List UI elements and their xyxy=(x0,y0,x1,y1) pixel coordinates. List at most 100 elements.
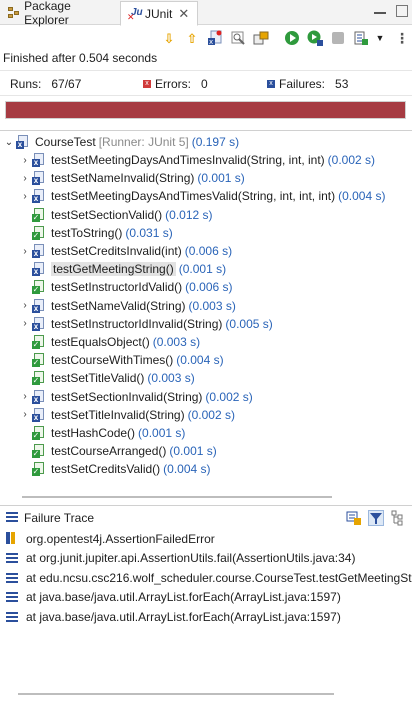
suite-time: (0.197 s) xyxy=(191,135,240,149)
chevron-right-icon[interactable]: › xyxy=(20,409,30,420)
test-name: testSetSectionInvalid(String) xyxy=(51,389,203,404)
errors-label: Errors: xyxy=(155,77,191,91)
test-failed-icon: x xyxy=(32,316,46,331)
chevron-right-icon[interactable]: › xyxy=(20,391,30,402)
package-explorer-icon xyxy=(8,7,20,19)
progress-fill xyxy=(6,102,405,118)
test-case-row[interactable]: ›✓testSetCreditsValid()(0.004 s) xyxy=(20,460,211,478)
rerun-failures-first-icon[interactable] xyxy=(307,30,323,46)
chevron-right-icon[interactable]: › xyxy=(20,191,30,202)
test-case-row[interactable]: › x testSetNameValid(String) (0.003 s) xyxy=(20,297,236,315)
test-suite-failed-icon: x xyxy=(16,135,30,149)
test-passed-icon: ✓ xyxy=(32,462,46,477)
test-failed-icon: x xyxy=(32,389,46,404)
trace-text: at java.base/java.util.ArrayList.forEach… xyxy=(26,609,341,624)
test-name: testSetMeetingDaysAndTimesInvalid(String… xyxy=(51,153,325,167)
test-time: (0.002 s) xyxy=(327,153,376,167)
next-failure-icon[interactable]: ⇩ xyxy=(161,30,177,46)
test-time: (0.002 s) xyxy=(187,407,235,422)
rerun-test-icon[interactable] xyxy=(284,30,300,46)
test-time: (0.003 s) xyxy=(147,371,195,386)
compare-results-icon[interactable] xyxy=(346,510,362,526)
trace-text: at java.base/java.util.ArrayList.forEach… xyxy=(26,590,341,604)
test-case-row[interactable]: › x testSetMeetingDaysAndTimesValid(String… xyxy=(20,187,385,205)
test-case-row[interactable]: ›✓testSetTitleValid()(0.003 s) xyxy=(20,369,195,387)
trace-text: at org.junit.jupiter.api.AssertionUtils.… xyxy=(26,551,356,565)
test-name: testSetNameValid(String) xyxy=(51,298,186,313)
test-failed-icon: x xyxy=(32,262,46,277)
chevron-right-icon[interactable]: › xyxy=(20,246,30,257)
maximize-icon[interactable] xyxy=(396,5,408,17)
test-passed-icon: ✓ xyxy=(32,353,46,368)
tree-root[interactable]: ⌄ x CourseTest [Runner: JUnit 5] (0.197 … xyxy=(4,133,239,151)
copy-trace-icon[interactable] xyxy=(391,510,407,526)
test-case-row[interactable]: › x testSetNameInvalid(String) (0.001 s) xyxy=(20,169,245,187)
trace-text: at edu.ncsu.csc216.wolf_scheduler.course… xyxy=(26,570,412,585)
filter-stack-trace-icon[interactable] xyxy=(368,510,384,526)
stack-frame-icon xyxy=(6,553,18,563)
tree-horizontal-scrollbar[interactable] xyxy=(22,496,332,498)
test-case-row[interactable]: ›✓testSetSectionValid()(0.012 s) xyxy=(20,206,213,224)
test-case-row[interactable]: › x testSetTitleInvalid(String) (0.002 s) xyxy=(20,406,235,424)
test-case-row[interactable]: › x testSetInstructorIdInvalid(String) (0.0… xyxy=(20,315,273,333)
test-case-row[interactable]: ›✓testCourseArranged()(0.001 s) xyxy=(20,442,217,460)
junit-toolbar: ⇩ ⇧ x ▼ ⋮ xyxy=(0,26,412,50)
errors-value: 0 xyxy=(201,77,208,91)
test-case-row[interactable]: ›xtestGetMeetingString()(0.001 s) xyxy=(20,260,226,278)
minimize-icon[interactable] xyxy=(374,5,386,14)
test-time: (0.005 s) xyxy=(225,316,273,331)
test-failed-icon: x xyxy=(32,244,46,258)
history-dropdown-icon[interactable]: ▼ xyxy=(372,30,388,46)
exception-icon xyxy=(6,532,18,545)
test-case-row[interactable]: ›✓testToString()(0.031 s) xyxy=(20,224,173,242)
trace-line[interactable]: org.opentest4j.AssertionFailedError xyxy=(0,529,215,548)
runs-value: 67/67 xyxy=(51,77,82,91)
trace-line[interactable]: at edu.ncsu.csc216.wolf_scheduler.course… xyxy=(0,568,412,587)
stack-frame-icon xyxy=(6,592,18,602)
failures-label: Failures: xyxy=(279,77,326,91)
test-case-row[interactable]: ›✓testEqualsObject()(0.003 s) xyxy=(20,333,200,351)
failure-icon: x xyxy=(267,80,275,88)
tab-label: JUnit xyxy=(145,6,173,21)
failure-trace-list[interactable]: org.opentest4j.AssertionFailedError at or… xyxy=(0,527,412,637)
history-icon[interactable] xyxy=(353,30,369,46)
trace-line[interactable]: at java.base/java.util.ArrayList.forEach… xyxy=(0,607,341,626)
test-time: (0.001 s) xyxy=(197,171,245,186)
chevron-down-icon[interactable]: ⌄ xyxy=(4,137,14,148)
test-passed-icon: ✓ xyxy=(32,426,46,440)
test-name: testSetMeetingDaysAndTimesValid(String, … xyxy=(51,189,336,204)
test-name: testToString() xyxy=(51,225,123,240)
scroll-lock-icon[interactable] xyxy=(230,30,246,46)
tab-junit[interactable]: Ju ✕ JUnit ✕ xyxy=(120,1,198,26)
trace-line[interactable]: at org.junit.jupiter.api.AssertionUtils.… xyxy=(0,549,355,568)
test-name: testSetCreditsInvalid(int) xyxy=(51,244,182,258)
test-time: (0.006 s) xyxy=(185,280,233,295)
test-case-row[interactable]: ›✓testSetInstructorIdValid()(0.006 s) xyxy=(20,278,233,296)
test-case-row[interactable]: ›✓testCourseWithTimes()(0.004 s) xyxy=(20,351,224,369)
test-time: (0.031 s) xyxy=(125,225,173,240)
test-time: (0.004 s) xyxy=(176,353,224,368)
test-passed-icon: ✓ xyxy=(32,444,46,459)
tab-package-explorer[interactable]: Package Explorer xyxy=(2,0,118,27)
tab-label: Package Explorer xyxy=(24,0,71,27)
test-case-row[interactable]: › x testSetCreditsInvalid(int) (0.006 s) xyxy=(20,242,232,260)
test-case-row[interactable]: › x testSetSectionInvalid(String) (0.002 s) xyxy=(20,388,253,406)
stop-icon[interactable] xyxy=(330,30,346,46)
trace-text: org.opentest4j.AssertionFailedError xyxy=(26,531,215,546)
chevron-right-icon[interactable]: › xyxy=(20,155,30,166)
trace-line[interactable]: at java.base/java.util.ArrayList.forEach… xyxy=(0,588,341,607)
lock-layout-icon[interactable] xyxy=(253,30,269,46)
chevron-right-icon[interactable]: › xyxy=(20,300,30,311)
test-failed-icon: x xyxy=(32,298,46,313)
test-case-row[interactable]: ›✓testHashCode()(0.001 s) xyxy=(20,424,185,442)
show-failures-only-icon[interactable]: x xyxy=(207,30,223,46)
test-passed-icon: ✓ xyxy=(32,207,46,222)
test-case-row[interactable]: › x testSetMeetingDaysAndTimesInvalid(Stri… xyxy=(20,151,375,169)
close-tab-icon[interactable]: ✕ xyxy=(178,7,189,20)
view-menu-icon[interactable]: ⋮ xyxy=(394,30,410,46)
trace-horizontal-scrollbar[interactable] xyxy=(18,693,334,695)
previous-failure-icon[interactable]: ⇧ xyxy=(184,30,200,46)
test-tree[interactable]: ⌄ x CourseTest [Runner: JUnit 5] (0.197 … xyxy=(0,130,412,490)
chevron-right-icon[interactable]: › xyxy=(20,173,30,184)
chevron-right-icon[interactable]: › xyxy=(20,318,30,329)
